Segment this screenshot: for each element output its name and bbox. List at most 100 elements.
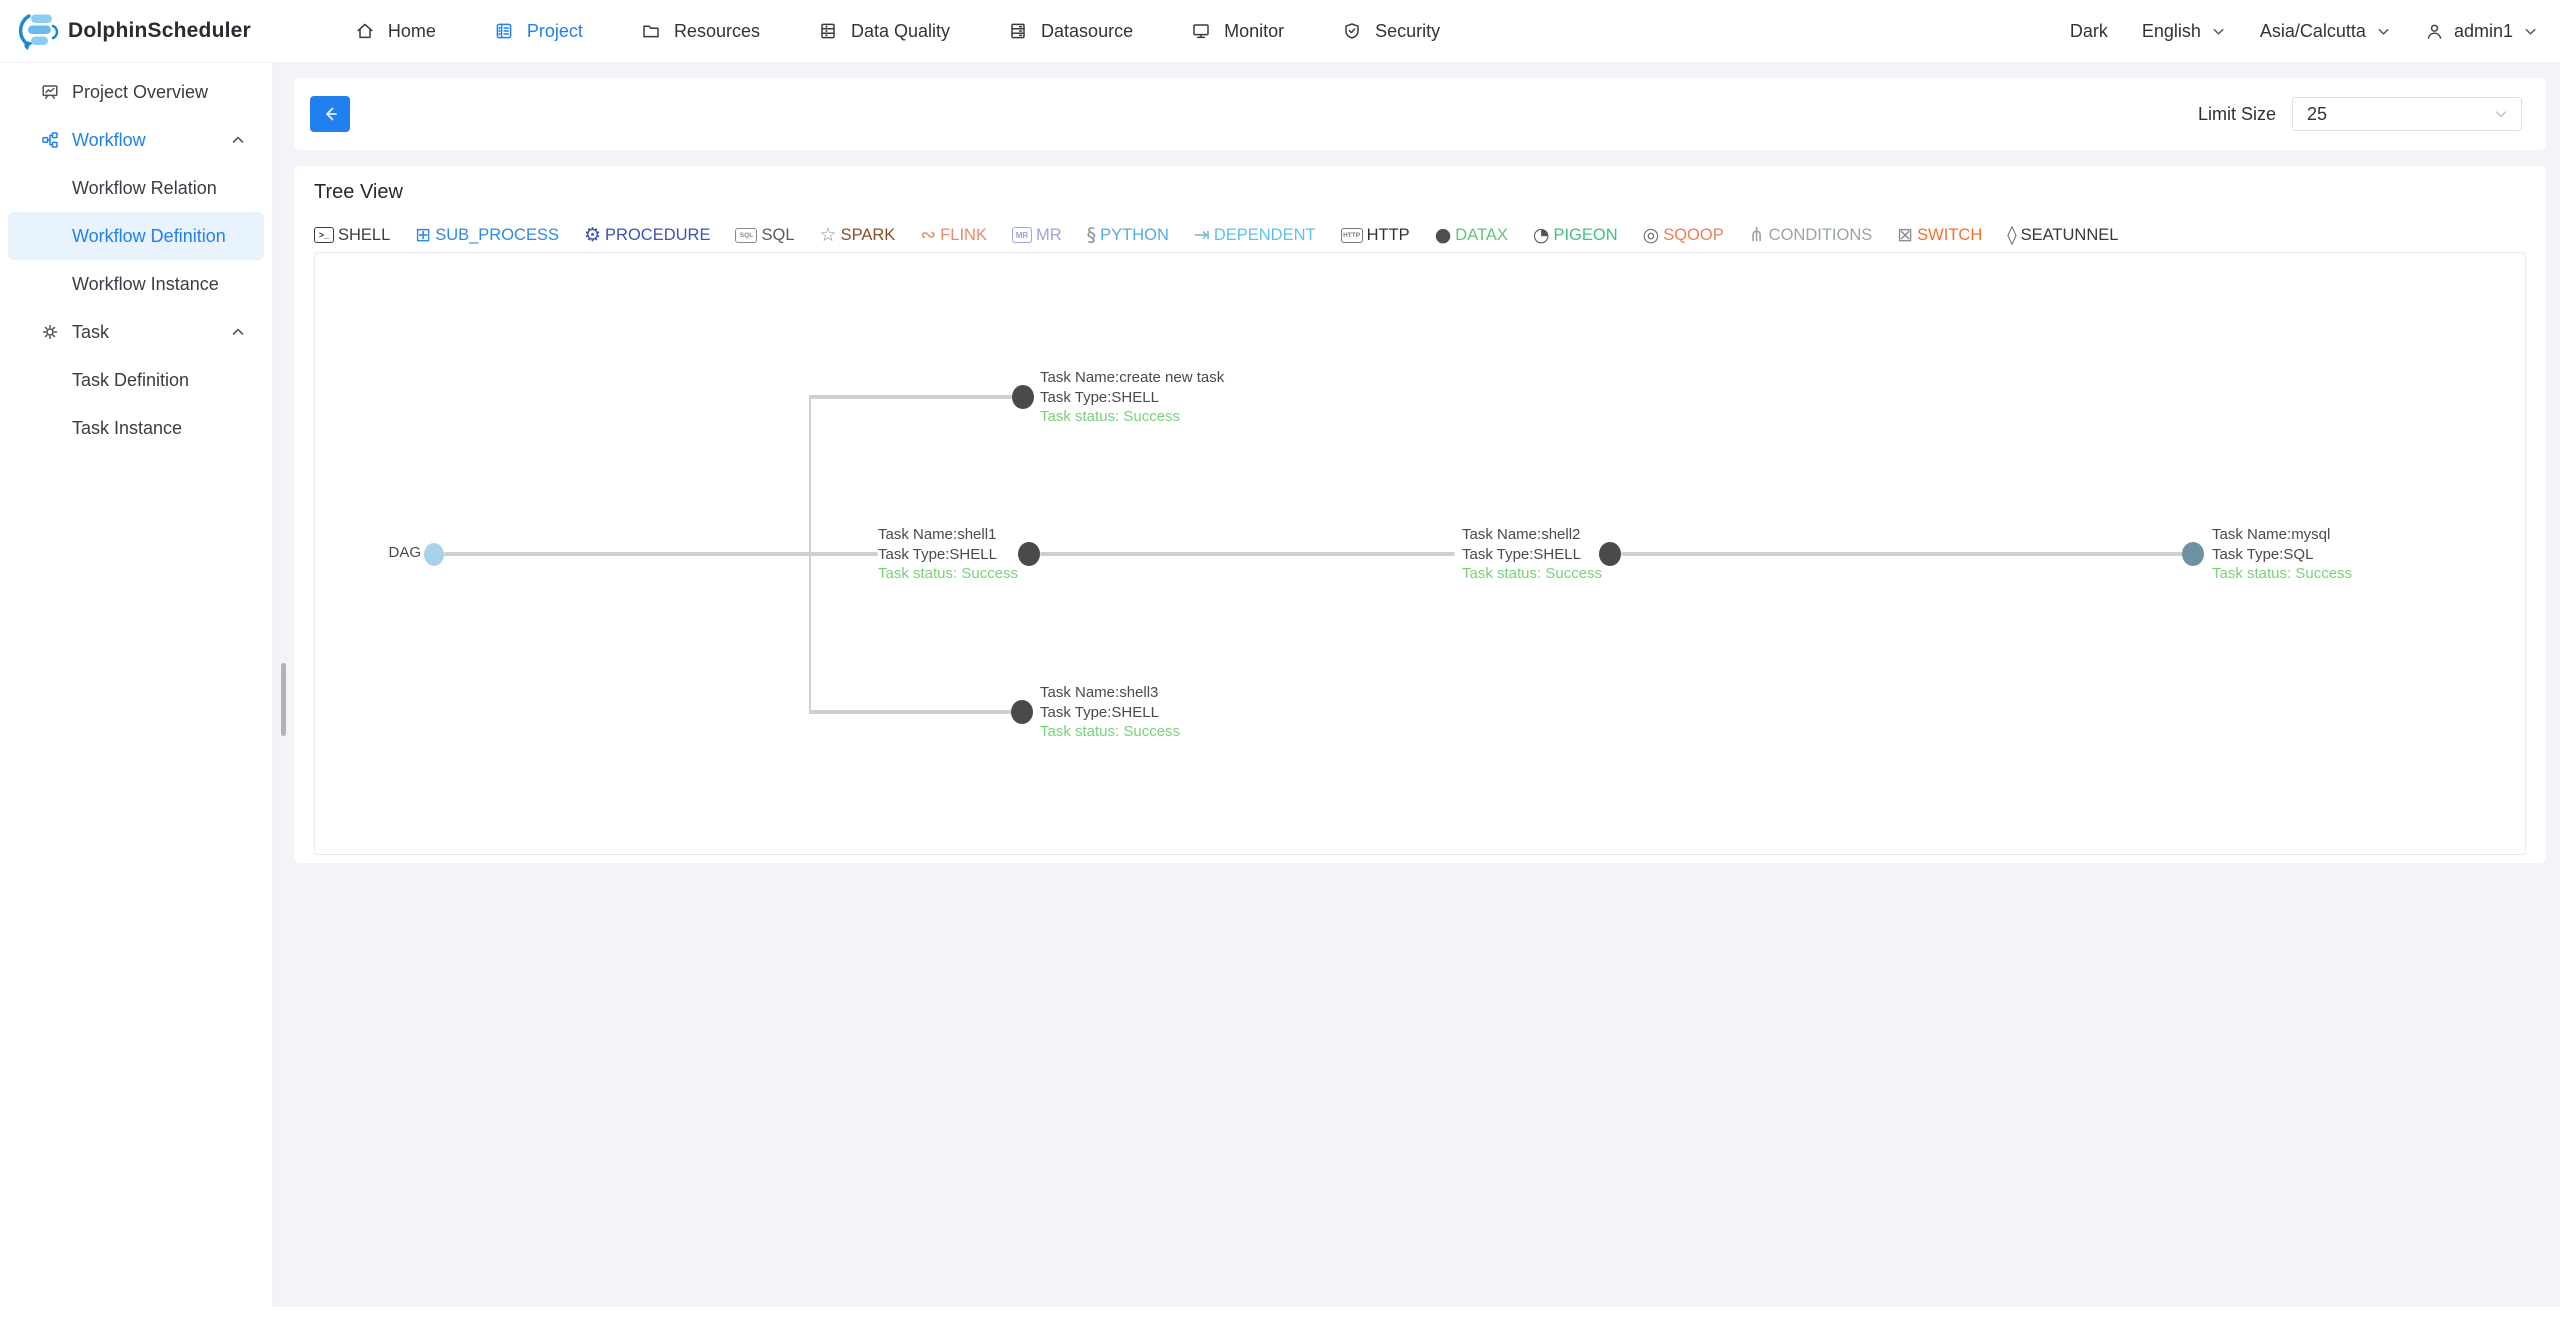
back-button[interactable] xyxy=(310,96,350,132)
workflow-icon xyxy=(40,130,60,150)
sidebar-item-task[interactable]: Task xyxy=(8,308,264,356)
page-title: Tree View xyxy=(314,181,403,203)
legend-item-label: SQOOP xyxy=(1663,225,1724,244)
task-type-text: Task Type:SHELL xyxy=(1040,703,1159,721)
top-navbar: DolphinScheduler Home Project Resources Dat… xyxy=(0,0,2560,63)
legend-item-sql: SQL SQL xyxy=(735,225,795,245)
home-icon xyxy=(355,21,375,41)
main-menu: Home Project Resources Data Quality Datasour… xyxy=(355,21,1440,42)
task-node-label: Task Name:mysql Task Type:SQL Task statu… xyxy=(2212,525,2352,584)
nav-item-home[interactable]: Home xyxy=(355,21,436,42)
task-icon xyxy=(40,322,60,342)
legend-item-label: PIGEON xyxy=(1553,225,1618,244)
tree-canvas: DAG Task Name:create new task Task Type:… xyxy=(314,252,2526,855)
data-quality-icon xyxy=(818,21,838,41)
legend-item-sub_process: ⊞ SUB_PROCESS xyxy=(415,225,559,245)
dolphinscheduler-logo-icon xyxy=(16,9,60,53)
dag-root-node[interactable] xyxy=(424,542,444,566)
task-name-text: Task Name:shell1 xyxy=(878,526,997,543)
datax-circle-icon: ● xyxy=(1434,224,1452,246)
limit-size-value: 25 xyxy=(2307,103,2328,124)
nav-item-project[interactable]: Project xyxy=(494,21,583,42)
task-node-create-new-task[interactable] xyxy=(1012,385,1034,409)
task-status-text: Task status: Success xyxy=(1040,408,1181,425)
nav-item-security[interactable]: Security xyxy=(1342,21,1440,42)
legend-item-label: HTTP xyxy=(1366,225,1410,244)
nav-item-label: Data Quality xyxy=(850,20,951,41)
database-gear-icon: ⚙ xyxy=(584,224,602,246)
theme-toggle-button[interactable]: Dark xyxy=(2070,21,2108,42)
legend-item-pigeon: ◔ PIGEON xyxy=(1533,225,1618,245)
legend-item-label: SPARK xyxy=(840,225,896,244)
app-title: DolphinScheduler xyxy=(68,19,251,42)
task-node-label: Task Name:shell1 Task Type:SHELL Task st… xyxy=(878,525,1018,584)
sidebar-item-label: Task Definition xyxy=(72,369,190,390)
sidebar-item-task-definition[interactable]: Task Definition xyxy=(8,356,264,404)
task-type-text: Task Type:SHELL xyxy=(878,545,997,563)
nav-item-resources[interactable]: Resources xyxy=(641,21,760,42)
nav-item-label: Monitor xyxy=(1224,20,1285,41)
chevron-up-icon xyxy=(230,324,246,340)
nav-item-monitor[interactable]: Monitor xyxy=(1191,21,1284,42)
sidebar-item-workflow-relation[interactable]: Workflow Relation xyxy=(8,164,264,212)
task-node-shell1[interactable] xyxy=(1018,542,1040,566)
legend-item-switch: ⊠ SWITCH xyxy=(1897,225,1982,245)
nav-item-datasource[interactable]: Datasource xyxy=(1008,21,1133,42)
chevron-down-icon xyxy=(2211,24,2226,39)
task-node-shell3[interactable] xyxy=(1011,700,1033,724)
tree-edge xyxy=(809,395,811,714)
user-dropdown[interactable]: admin1 xyxy=(2425,21,2538,42)
task-status-text: Task status: Success xyxy=(1462,565,1603,582)
arrow-left-icon xyxy=(320,104,340,124)
sidebar-item-workflow-instance[interactable]: Workflow Instance xyxy=(8,260,264,308)
horizontal-scrollbar-track[interactable] xyxy=(0,1307,2560,1329)
task-node-label: Task Name:create new task Task Type:SHEL… xyxy=(1040,368,1224,427)
sidebar: Project Overview Workflow Workflow Relatio… xyxy=(0,62,273,1307)
task-status-text: Task status: Success xyxy=(1040,723,1181,740)
task-name-text: Task Name:mysql xyxy=(2212,526,2331,543)
timezone-dropdown[interactable]: Asia/Calcutta xyxy=(2260,21,2391,42)
terminal-icon: >_ xyxy=(314,227,334,243)
tree-view-card: Tree View >_ SHELL ⊞ SUB_PROCESS ⚙ PROCEDURE S… xyxy=(294,166,2546,863)
nav-item-label: Resources xyxy=(673,20,760,41)
task-type-text: Task Type:SHELL xyxy=(1462,545,1581,563)
nav-item-data-quality[interactable]: Data Quality xyxy=(818,21,950,42)
legend-item-sqoop: ◎ SQOOP xyxy=(1643,225,1724,245)
legend-item-label: FLINK xyxy=(940,225,987,244)
task-status-text: Task status: Success xyxy=(878,565,1019,582)
legend-item-label: SHELL xyxy=(338,225,391,244)
task-node-mysql[interactable] xyxy=(2182,542,2204,566)
legend-item-label: SUB_PROCESS xyxy=(435,225,559,244)
sidebar-item-workflow[interactable]: Workflow xyxy=(8,116,264,164)
sidebar-item-task-instance[interactable]: Task Instance xyxy=(8,404,264,452)
security-icon xyxy=(1342,21,1362,41)
nav-item-label: Datasource xyxy=(1041,20,1134,41)
task-type-text: Task Type:SHELL xyxy=(1040,388,1159,406)
legend-item-label: PROCEDURE xyxy=(605,225,711,244)
legend-item-label: CONDITIONS xyxy=(1768,225,1873,244)
nav-item-label: Home xyxy=(387,20,436,41)
task-status-text: Task status: Success xyxy=(2212,565,2353,582)
legend-item-flink: ∾ FLINK xyxy=(920,225,987,245)
ring-icon: ◎ xyxy=(1642,224,1660,246)
sidebar-item-project-overview[interactable]: Project Overview xyxy=(8,68,264,116)
limit-size-select[interactable]: 25 xyxy=(2292,97,2522,131)
sitemap-icon: ⊞ xyxy=(415,224,432,246)
legend-item-shell: >_ SHELL xyxy=(314,226,390,245)
language-value: English xyxy=(2141,20,2201,41)
branch-icon: ⋔ xyxy=(1748,224,1765,246)
task-node-shell2[interactable] xyxy=(1599,542,1621,566)
legend-item-conditions: ⋔ CONDITIONS xyxy=(1749,225,1873,245)
task-name-text: Task Name:create new task xyxy=(1040,369,1225,386)
tree-edge xyxy=(1621,552,2183,556)
timezone-value: Asia/Calcutta xyxy=(2259,20,2366,41)
language-dropdown[interactable]: English xyxy=(2142,21,2226,42)
dependent-icon: ⇥ xyxy=(1193,224,1210,246)
limit-size-label: Limit Size xyxy=(2197,103,2276,124)
sidebar-item-workflow-definition[interactable]: Workflow Definition xyxy=(8,212,264,260)
legend-item-seatunnel: ◊ SEATUNNEL xyxy=(2007,225,2118,245)
droplet-icon: ◊ xyxy=(2007,224,2017,246)
legend-item-label: SQL xyxy=(761,225,795,244)
app-logo[interactable]: DolphinScheduler xyxy=(16,9,251,53)
sidebar-scrollbar-thumb[interactable] xyxy=(281,663,286,736)
